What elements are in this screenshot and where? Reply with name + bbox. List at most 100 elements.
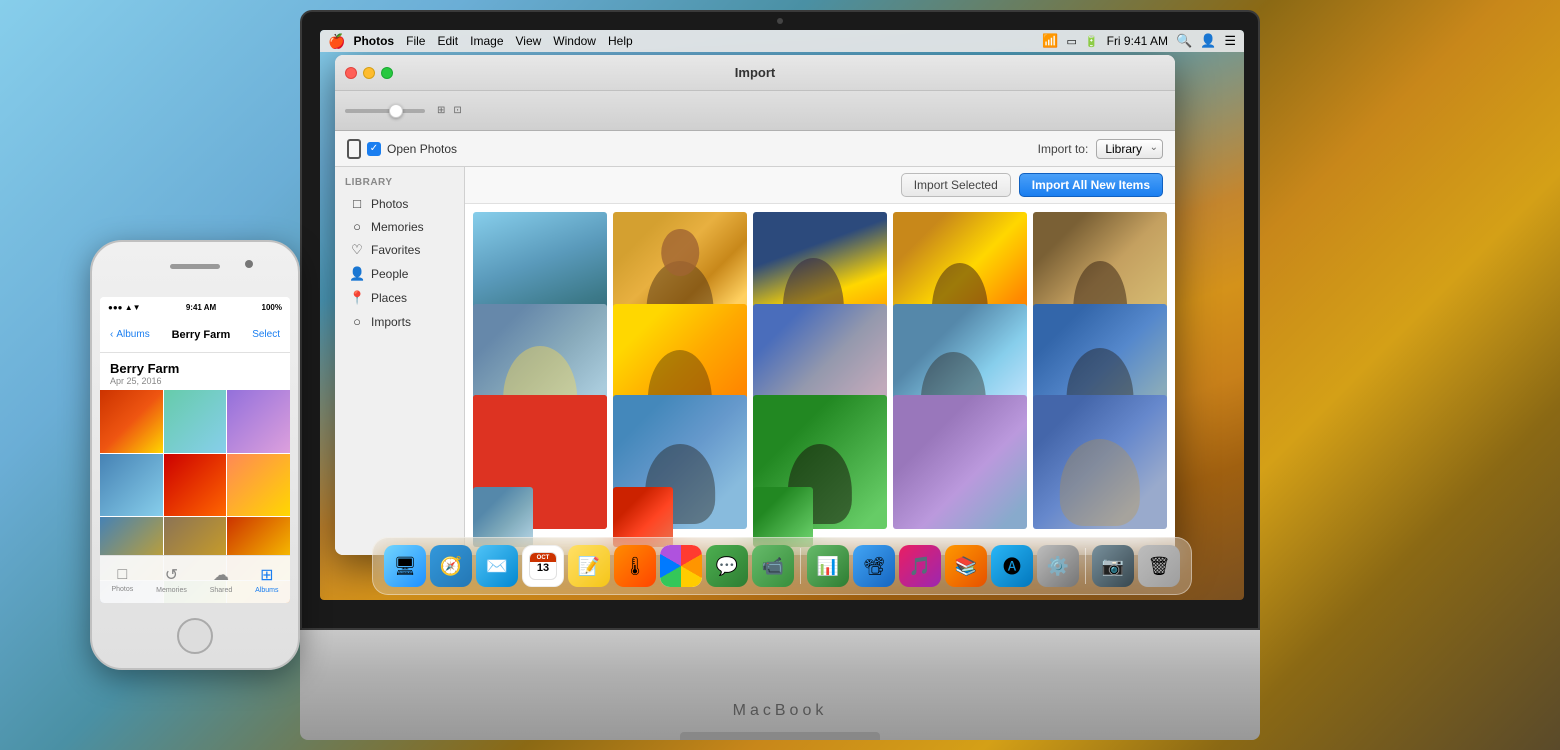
search-icon[interactable]: 🔍: [1176, 33, 1192, 49]
iphone-album-date: Apr 25, 2016: [110, 376, 280, 386]
dock-item-ibooks[interactable]: 📚: [945, 545, 987, 587]
mail-icon: ✉️: [486, 556, 508, 577]
dock-item-trash[interactable]: 🗑: [1138, 545, 1180, 587]
sidebar-item-photos[interactable]: □ Photos: [339, 192, 460, 215]
memories-tab-icon: ↺: [165, 565, 178, 585]
menubar-file[interactable]: File: [406, 34, 425, 48]
dock-item-system-prefs[interactable]: ⚙️: [1037, 545, 1079, 587]
ibooks-icon: 📚: [955, 556, 977, 577]
menubar-edit[interactable]: Edit: [437, 34, 458, 48]
dock-separator-2: [1085, 548, 1086, 584]
dock-item-health[interactable]: 🌡: [614, 545, 656, 587]
favorites-sidebar-icon: ♡: [349, 242, 365, 258]
menubar-image[interactable]: Image: [470, 34, 503, 48]
sidebar-item-places[interactable]: 📍 Places: [339, 286, 460, 310]
sidebar-item-photos-label: Photos: [371, 197, 408, 211]
shared-tab-icon: ☁: [213, 565, 229, 585]
iphone-photo[interactable]: [100, 454, 163, 517]
macbook-notch: [680, 732, 880, 740]
toolbar-icon-2[interactable]: ⊡: [453, 105, 461, 116]
sidebar-item-imports-label: Imports: [371, 315, 411, 329]
dock-item-notes[interactable]: 📝: [568, 545, 610, 587]
dock-item-safari[interactable]: 🧭: [430, 545, 472, 587]
dock-item-camera[interactable]: 📷: [1092, 545, 1134, 587]
iphone-back-button[interactable]: ‹ Albums: [110, 329, 150, 340]
menubar-help[interactable]: Help: [608, 34, 633, 48]
sidebar-item-imports[interactable]: ○ Imports: [339, 310, 460, 333]
import-to-select[interactable]: Library ⌄: [1096, 139, 1163, 159]
sidebar-section-library: Library: [335, 177, 464, 192]
dock-item-facetime[interactable]: 📹: [752, 545, 794, 587]
memories-sidebar-icon: ○: [349, 219, 365, 234]
dock-item-appstore[interactable]: 🅐: [991, 545, 1033, 587]
macbook-bottom: MacBook: [300, 630, 1260, 740]
dock-item-numbers[interactable]: 📊: [807, 545, 849, 587]
iphone-tab-shared[interactable]: ☁ Shared: [210, 565, 233, 594]
iphone-photo[interactable]: [164, 454, 227, 517]
sidebar-item-places-label: Places: [371, 291, 407, 305]
iphone-tab-photos[interactable]: □ Photos: [111, 566, 133, 593]
power-button[interactable]: [299, 342, 300, 387]
itunes-icon: 🎵: [909, 556, 931, 577]
sidebar-item-people[interactable]: 👤 People: [339, 262, 460, 286]
iphone-tab-memories-label: Memories: [156, 587, 187, 594]
iphone-photo[interactable]: [100, 390, 163, 453]
dock-item-calendar[interactable]: OCT 13: [522, 545, 564, 587]
iphone-photo[interactable]: [227, 390, 290, 453]
dock-item-messages[interactable]: 💬: [706, 545, 748, 587]
main-content: Import Selected Import All New Items: [465, 167, 1175, 555]
sidebar-item-memories[interactable]: ○ Memories: [339, 215, 460, 238]
import-selected-button[interactable]: Import Selected: [901, 173, 1011, 197]
user-icon[interactable]: 👤: [1200, 33, 1216, 49]
menu-icon[interactable]: ☰: [1224, 33, 1236, 49]
dock-item-mail[interactable]: ✉️: [476, 545, 518, 587]
menubar-time: Fri 9:41 AM: [1107, 34, 1168, 48]
iphone-select-button[interactable]: Select: [252, 329, 280, 340]
iphone-tab-albums[interactable]: ⊞ Albums: [255, 565, 278, 594]
minimize-button[interactable]: [363, 67, 375, 79]
sidebar-item-people-label: People: [371, 267, 408, 281]
close-button[interactable]: [345, 67, 357, 79]
volume-down-button[interactable]: [90, 362, 91, 392]
photos-tab-icon: □: [118, 566, 128, 584]
zoom-slider[interactable]: [345, 109, 425, 113]
iphone-home-button[interactable]: [177, 618, 213, 654]
macos-desktop: 🍎 Photos File Edit Image View Window Hel…: [320, 30, 1244, 600]
thermometer-icon: 🌡: [624, 556, 647, 577]
iphone-tab-memories[interactable]: ↺ Memories: [156, 565, 187, 594]
sidebar-item-favorites[interactable]: ♡ Favorites: [339, 238, 460, 262]
dock-item-finder[interactable]: 🖥: [384, 545, 426, 587]
fullscreen-button[interactable]: [381, 67, 393, 79]
toolbar: ⊞ ⊡: [335, 91, 1175, 131]
iphone-nav-title: Berry Farm: [172, 329, 231, 341]
toolbar-icon-1[interactable]: ⊞: [437, 105, 445, 116]
import-all-button[interactable]: Import All New Items: [1019, 173, 1163, 197]
window-body: Library □ Photos ○ Memories ♡: [335, 167, 1175, 555]
facetime-icon: 📹: [762, 556, 784, 577]
menubar-view[interactable]: View: [516, 34, 542, 48]
volume-up-button[interactable]: [90, 322, 91, 352]
menubar-window[interactable]: Window: [553, 34, 596, 48]
iphone-front-camera: [245, 260, 253, 268]
open-photos-checkbox[interactable]: ✓: [367, 142, 381, 156]
menubar-app-name[interactable]: Photos: [353, 34, 394, 48]
dock-item-itunes[interactable]: 🎵: [899, 545, 941, 587]
photo-cell[interactable]: [893, 395, 1027, 529]
chevron-left-icon: ‹: [110, 329, 113, 340]
calendar-icon: OCT 13: [529, 552, 557, 580]
photo-cell[interactable]: [1033, 395, 1167, 529]
calendar-day: 13: [537, 563, 549, 574]
dock-item-photos[interactable]: [660, 545, 702, 587]
photos-window: Import ⊞ ⊡ ✓: [335, 55, 1175, 555]
people-sidebar-icon: 👤: [349, 266, 365, 282]
dock-item-keynote[interactable]: 📽: [853, 545, 895, 587]
traffic-lights: [345, 67, 393, 79]
camera-icon: 📷: [1102, 556, 1124, 577]
appstore-icon: 🅐: [1003, 553, 1021, 579]
apple-menu[interactable]: 🍎: [328, 33, 345, 50]
import-bar-left: ✓ Open Photos: [347, 139, 457, 159]
import-to-value: Library: [1105, 142, 1142, 156]
iphone-photo[interactable]: [164, 390, 227, 453]
iphone-signal: ●●● ▲▼: [108, 303, 141, 312]
iphone-photo[interactable]: [227, 454, 290, 517]
